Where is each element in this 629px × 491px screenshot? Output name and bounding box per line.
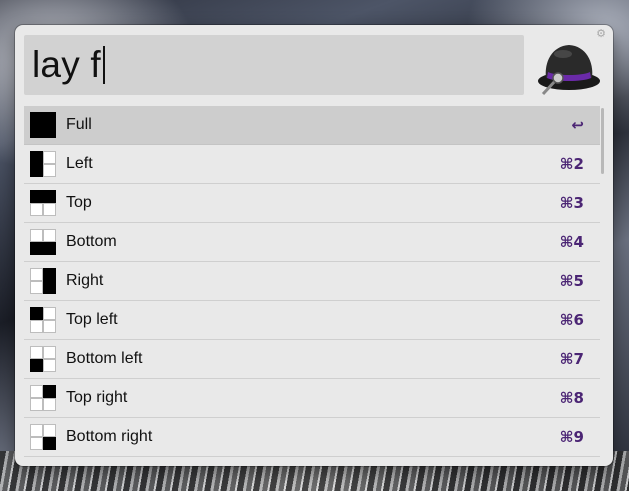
result-shortcut: ⌘6 [559,311,584,329]
result-shortcut: ⌘5 [559,272,584,290]
layout-grid-icon [30,151,56,177]
layout-grid-cell [43,281,56,294]
result-item[interactable]: Top left ⌘6 [24,301,600,340]
layout-grid-cell [43,307,56,320]
layout-grid-cell [30,359,43,372]
result-item[interactable]: Top right ⌘8 [24,379,600,418]
result-item[interactable]: Top ⌘3 [24,184,600,223]
layout-grid-cell [30,229,43,242]
launcher-window: ⚙ lay f Full ↩ Left ⌘2 Top ⌘3 Bottom ⌘4 Right ⌘5 T… [15,25,613,466]
layout-grid-cell [43,151,56,164]
layout-grid-cell [30,112,43,125]
layout-grid-cell [43,190,56,203]
result-label: Top [66,194,92,211]
layout-grid-cell [30,164,43,177]
layout-grid-icon [30,424,56,450]
search-query: lay f [32,44,101,85]
layout-grid-cell [30,307,43,320]
search-input[interactable]: lay f [32,44,105,86]
layout-grid-cell [43,125,56,138]
layout-grid-cell [43,385,56,398]
result-item[interactable]: Bottom right ⌘9 [24,418,600,457]
results-scrollbar[interactable] [601,108,604,174]
result-label: Top right [66,389,128,406]
layout-grid-cell [30,320,43,333]
layout-grid-cell [30,242,43,255]
text-caret [102,46,105,84]
layout-grid-cell [43,112,56,125]
layout-grid-icon [30,268,56,294]
layout-grid-icon [30,190,56,216]
result-shortcut: ⌘9 [559,428,584,446]
result-label: Top left [66,311,118,328]
layout-grid-cell [43,268,56,281]
layout-grid-cell [43,203,56,216]
layout-grid-cell [43,320,56,333]
layout-grid-icon [30,385,56,411]
result-label: Bottom right [66,428,153,445]
results-list: Full ↩ Left ⌘2 Top ⌘3 Bottom ⌘4 Right ⌘5 Top left ⌘… [24,106,600,457]
result-label: Bottom left [66,350,143,367]
result-shortcut: ⌘3 [559,194,584,212]
layout-grid-icon [30,307,56,333]
result-label: Right [66,272,104,289]
layout-grid-cell [43,424,56,437]
layout-grid-cell [30,190,43,203]
layout-grid-cell [43,242,56,255]
layout-grid-icon [30,346,56,372]
layout-grid-cell [43,359,56,372]
layout-grid-cell [43,437,56,450]
layout-grid-cell [30,385,43,398]
search-field[interactable]: lay f [24,35,524,95]
layout-grid-cell [30,203,43,216]
layout-grid-cell [43,346,56,359]
result-item[interactable]: Bottom left ⌘7 [24,340,600,379]
layout-grid-cell [30,268,43,281]
result-item[interactable]: Bottom ⌘4 [24,223,600,262]
result-item[interactable]: Left ⌘2 [24,145,600,184]
result-item[interactable]: Right ⌘5 [24,262,600,301]
layout-grid-icon [30,229,56,255]
layout-grid-cell [30,125,43,138]
layout-grid-cell [43,229,56,242]
result-shortcut: ⌘2 [559,155,584,173]
layout-grid-cell [43,398,56,411]
alfred-hat-icon [538,45,600,96]
result-label: Bottom [66,233,117,250]
layout-grid-cell [30,346,43,359]
layout-grid-cell [30,398,43,411]
layout-grid-cell [30,437,43,450]
result-label: Full [66,116,92,133]
result-item[interactable]: Full ↩ [24,106,600,145]
result-shortcut: ⌘7 [559,350,584,368]
layout-grid-cell [30,424,43,437]
layout-grid-icon [30,112,56,138]
layout-grid-cell [30,151,43,164]
layout-grid-cell [30,281,43,294]
layout-grid-cell [43,164,56,177]
return-key-shortcut: ↩ [571,116,584,134]
result-shortcut: ⌘4 [559,233,584,251]
result-shortcut: ⌘8 [559,389,584,407]
result-label: Left [66,155,93,172]
